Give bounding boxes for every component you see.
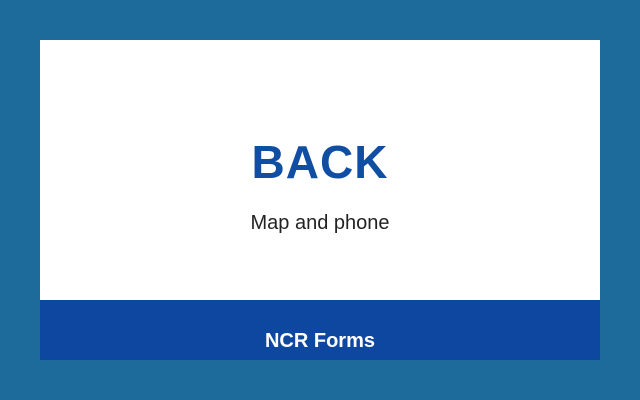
card-footer-banner: NCR Forms bbox=[40, 300, 600, 360]
card-body: BACK Map and phone bbox=[40, 40, 600, 300]
card-title: BACK bbox=[251, 136, 389, 188]
page-background: { "card": { "title": "BACK", "subtitle":… bbox=[0, 0, 640, 400]
footer-brand-label: NCR Forms bbox=[264, 330, 375, 352]
product-card: BACK Map and phone NCR Forms bbox=[40, 40, 600, 360]
card-subtitle: Map and phone bbox=[250, 212, 390, 234]
